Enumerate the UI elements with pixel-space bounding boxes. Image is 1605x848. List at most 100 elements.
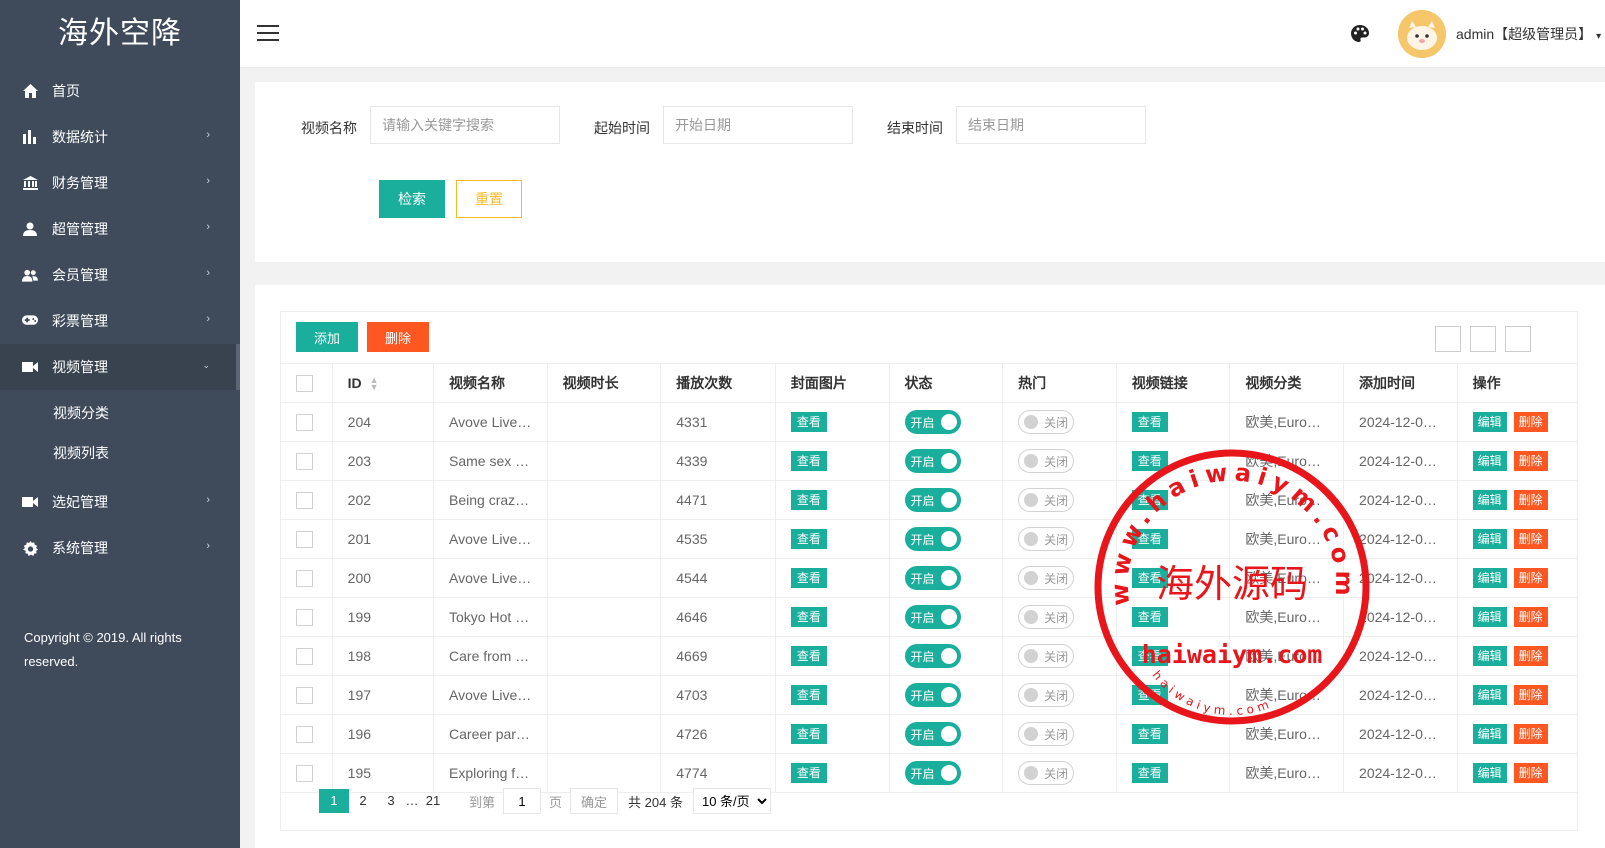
view-link-button[interactable]: 查看	[1131, 724, 1168, 744]
hot-toggle[interactable]: 关闭	[1018, 683, 1075, 707]
delete-button[interactable]: 删除	[1513, 490, 1548, 510]
delete-button[interactable]: 删除	[1513, 724, 1548, 744]
row-checkbox[interactable]	[296, 764, 313, 782]
edit-button[interactable]: 编辑	[1472, 451, 1507, 471]
row-checkbox[interactable]	[296, 413, 313, 431]
edit-button[interactable]: 编辑	[1472, 685, 1507, 705]
hot-toggle[interactable]: 关闭	[1018, 761, 1075, 785]
status-toggle[interactable]: 开启	[904, 683, 961, 707]
sidebar-item-stats[interactable]: 数据统计 ›	[0, 114, 240, 160]
column-header[interactable]: ID ▲ ▼	[332, 363, 435, 403]
video-name-input[interactable]	[370, 106, 560, 144]
view-cover-button[interactable]: 查看	[790, 763, 827, 783]
sidebar-item-lottery[interactable]: 彩票管理 ›	[0, 298, 240, 344]
view-link-button[interactable]: 查看	[1131, 529, 1168, 549]
status-toggle[interactable]: 开启	[904, 527, 961, 551]
sidebar-item-members[interactable]: 会员管理 ›	[0, 252, 240, 298]
delete-button[interactable]: 删除	[1513, 451, 1548, 471]
page-button[interactable]: 2	[349, 789, 377, 813]
sidebar-item-finance[interactable]: 财务管理 ›	[0, 160, 240, 206]
delete-button[interactable]: 删除	[1513, 646, 1548, 666]
start-date-input[interactable]	[663, 106, 853, 144]
delete-button[interactable]: 删除	[1513, 763, 1548, 783]
edit-button[interactable]: 编辑	[1472, 529, 1507, 549]
view-link-button[interactable]: 查看	[1131, 451, 1168, 471]
view-cover-button[interactable]: 查看	[790, 529, 827, 549]
status-toggle[interactable]: 开启	[904, 644, 961, 668]
row-checkbox[interactable]	[296, 608, 313, 626]
add-button[interactable]: 添加	[296, 322, 358, 352]
page-size-select[interactable]: 10 条/页	[692, 788, 771, 814]
page-button[interactable]: 21	[419, 789, 447, 813]
reset-button[interactable]: 重置	[456, 180, 522, 218]
delete-button[interactable]: 删除	[1513, 529, 1548, 549]
delete-button[interactable]: 删除	[1513, 412, 1548, 432]
row-checkbox[interactable]	[296, 452, 313, 470]
status-toggle[interactable]: 开启	[904, 410, 961, 434]
hot-toggle[interactable]: 关闭	[1018, 410, 1075, 434]
search-button[interactable]: 检索	[379, 180, 445, 218]
view-link-button[interactable]: 查看	[1131, 568, 1168, 588]
goto-page-input[interactable]	[503, 788, 542, 814]
hot-toggle[interactable]: 关闭	[1018, 605, 1075, 629]
page-button[interactable]: 3	[377, 789, 405, 813]
print-icon[interactable]	[1505, 326, 1531, 352]
goto-confirm-button[interactable]: 确定	[570, 788, 619, 814]
hot-toggle[interactable]: 关闭	[1018, 488, 1075, 512]
sidebar-item-videos[interactable]: 视频管理 ⌄	[0, 344, 240, 390]
delete-button[interactable]: 删除	[1513, 568, 1548, 588]
edit-button[interactable]: 编辑	[1472, 568, 1507, 588]
row-checkbox[interactable]	[296, 686, 313, 704]
row-checkbox[interactable]	[296, 569, 313, 587]
sidebar-subitem-video-list[interactable]: 视频列表	[0, 433, 240, 473]
status-toggle[interactable]: 开启	[904, 566, 961, 590]
sidebar-item-superadmin[interactable]: 超管管理 ›	[0, 206, 240, 252]
page-button-current[interactable]: 1	[319, 789, 349, 813]
view-link-button[interactable]: 查看	[1131, 490, 1168, 510]
hot-toggle[interactable]: 关闭	[1018, 449, 1075, 473]
view-cover-button[interactable]: 查看	[790, 724, 827, 744]
status-toggle[interactable]: 开启	[904, 488, 961, 512]
status-toggle[interactable]: 开启	[904, 761, 961, 785]
row-checkbox[interactable]	[296, 647, 313, 665]
status-toggle[interactable]: 开启	[904, 449, 961, 473]
export-icon[interactable]	[1470, 326, 1496, 352]
edit-button[interactable]: 编辑	[1472, 763, 1507, 783]
sidebar-item-home[interactable]: 首页	[0, 68, 240, 114]
hot-toggle[interactable]: 关闭	[1018, 644, 1075, 668]
select-all-checkbox[interactable]	[296, 374, 313, 392]
edit-button[interactable]: 编辑	[1472, 646, 1507, 666]
status-toggle[interactable]: 开启	[904, 722, 961, 746]
menu-toggle-icon[interactable]	[257, 25, 279, 43]
view-link-button[interactable]: 查看	[1131, 646, 1168, 666]
hot-toggle[interactable]: 关闭	[1018, 722, 1075, 746]
view-cover-button[interactable]: 查看	[790, 490, 827, 510]
edit-button[interactable]: 编辑	[1472, 607, 1507, 627]
batch-delete-button[interactable]: 删除	[367, 322, 429, 352]
delete-button[interactable]: 删除	[1513, 607, 1548, 627]
delete-button[interactable]: 删除	[1513, 685, 1548, 705]
view-link-button[interactable]: 查看	[1131, 763, 1168, 783]
end-date-input[interactable]	[956, 106, 1146, 144]
view-cover-button[interactable]: 查看	[790, 412, 827, 432]
view-link-button[interactable]: 查看	[1131, 607, 1168, 627]
hot-toggle[interactable]: 关闭	[1018, 527, 1075, 551]
view-cover-button[interactable]: 查看	[790, 568, 827, 588]
view-cover-button[interactable]: 查看	[790, 646, 827, 666]
row-checkbox[interactable]	[296, 530, 313, 548]
avatar[interactable]	[1398, 10, 1446, 58]
row-checkbox[interactable]	[296, 491, 313, 509]
hot-toggle[interactable]: 关闭	[1018, 566, 1075, 590]
columns-filter-icon[interactable]	[1435, 326, 1461, 352]
edit-button[interactable]: 编辑	[1472, 724, 1507, 744]
row-checkbox[interactable]	[296, 725, 313, 743]
sidebar-item-system[interactable]: 系统管理 ›	[0, 525, 240, 571]
sidebar-item-concubine[interactable]: 选妃管理 ›	[0, 479, 240, 525]
admin-dropdown[interactable]: admin【超级管理员】 ▾	[1456, 24, 1601, 44]
status-toggle[interactable]: 开启	[904, 605, 961, 629]
edit-button[interactable]: 编辑	[1472, 412, 1507, 432]
edit-button[interactable]: 编辑	[1472, 490, 1507, 510]
view-link-button[interactable]: 查看	[1131, 412, 1168, 432]
view-cover-button[interactable]: 查看	[790, 451, 827, 471]
view-link-button[interactable]: 查看	[1131, 685, 1168, 705]
